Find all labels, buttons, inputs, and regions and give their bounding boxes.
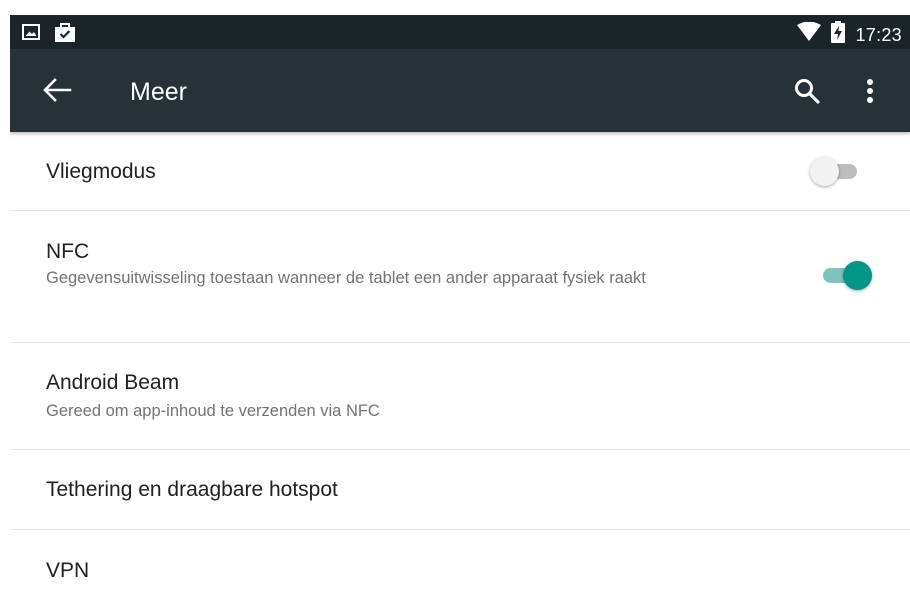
setting-summary: Gegevensuitwisseling toestaan wanneer de… (46, 269, 646, 287)
setting-nfc[interactable]: NFC Gegevensuitwisseling toestaan wannee… (10, 211, 910, 343)
search-icon (795, 79, 820, 104)
device-screen: 17:23 Meer Vliegmodus NFC Gegevensuitwis… (10, 15, 910, 590)
setting-summary: Gereed om app-inhoud te verzenden via NF… (46, 402, 380, 420)
settings-list: Vliegmodus NFC Gegevensuitwisseling toes… (10, 132, 910, 590)
app-bar: Meer (10, 49, 910, 132)
setting-title: Vliegmodus (46, 160, 156, 183)
shopping-bag-icon (54, 22, 76, 47)
status-time: 17:23 (855, 24, 902, 45)
more-vert-icon (867, 79, 873, 103)
toggle-thumb (843, 261, 872, 290)
setting-title: VPN (46, 559, 90, 582)
more-options-button[interactable] (858, 76, 882, 106)
nfc-toggle[interactable] (820, 260, 872, 290)
system-icons: 17:23 (797, 21, 902, 48)
status-bar: 17:23 (10, 15, 910, 49)
wifi-icon (797, 21, 822, 47)
back-button[interactable] (42, 77, 72, 103)
notification-icons (22, 22, 76, 47)
back-arrow-icon (43, 78, 72, 102)
airplane-mode-toggle[interactable] (810, 156, 862, 186)
image-notification-icon (22, 23, 40, 46)
setting-tethering-hotspot[interactable]: Tethering en draagbare hotspot (10, 450, 910, 530)
toggle-thumb (810, 157, 839, 186)
setting-airplane-mode[interactable]: Vliegmodus (10, 132, 910, 211)
setting-title: Tethering en draagbare hotspot (46, 478, 338, 501)
setting-title: Android Beam (46, 371, 180, 394)
battery-charging-icon (831, 21, 846, 48)
page-title: Meer (130, 78, 187, 106)
search-button[interactable] (792, 76, 822, 106)
setting-vpn[interactable]: VPN (10, 530, 910, 590)
setting-android-beam[interactable]: Android Beam Gereed om app-inhoud te ver… (10, 343, 910, 450)
setting-title: NFC (46, 240, 90, 263)
